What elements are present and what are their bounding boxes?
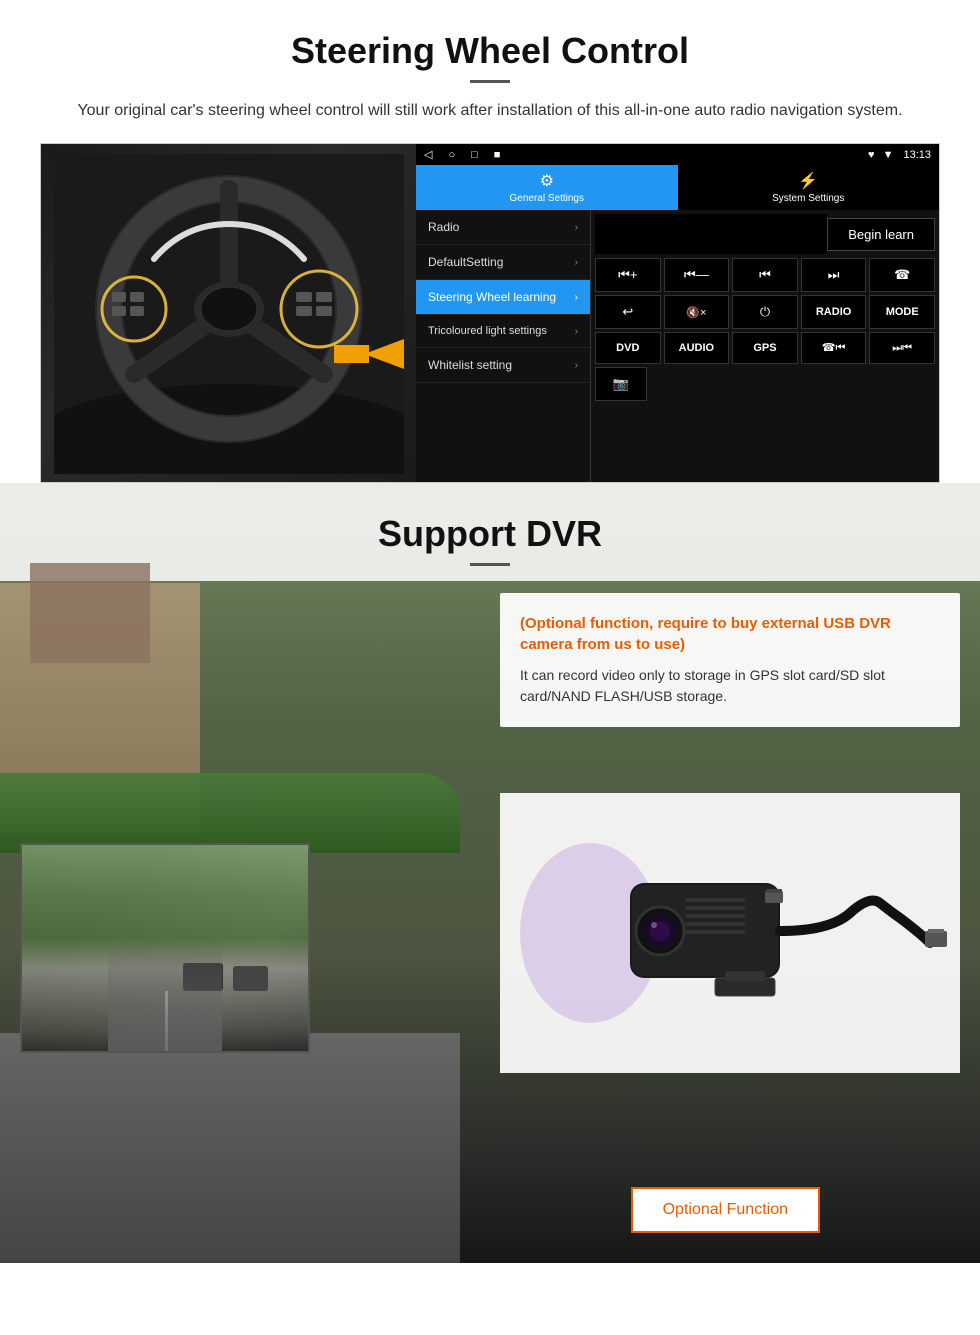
clock-display: 13:13 <box>903 149 931 161</box>
chevron-right-icon: › <box>575 222 578 233</box>
nav-more-icon[interactable]: ■ <box>494 149 501 161</box>
menu-steering-label: Steering Wheel learning <box>428 290 556 304</box>
ctrl-next-track[interactable]: ⏭ <box>801 258 867 292</box>
menu-item-steering-wheel[interactable]: Steering Wheel learning › <box>416 280 590 315</box>
steering-title: Steering Wheel Control <box>40 30 940 72</box>
begin-learn-button[interactable]: Begin learn <box>827 218 935 251</box>
signal-icon: ♥ <box>868 149 875 161</box>
hedge-left <box>0 773 460 853</box>
ctrl-audio[interactable]: AUDIO <box>664 332 730 364</box>
gear-icon: ⚙ <box>540 171 554 191</box>
chevron-right-icon: › <box>575 257 578 268</box>
android-main-content: Radio › DefaultSetting › Steering Wheel … <box>416 210 939 482</box>
steering-wheel-photo <box>41 144 416 483</box>
dvr-background: Support DVR (Optional function, require … <box>0 483 980 1263</box>
system-icon: ⚡ <box>798 171 818 191</box>
building-window-left <box>30 563 150 663</box>
ctrl-radio[interactable]: RADIO <box>801 295 867 329</box>
dvr-camera-svg <box>510 803 950 1063</box>
settings-tab-bar: ⚙ General Settings ⚡ System Settings <box>416 165 939 210</box>
steering-demo-area: ◁ ○ □ ■ ♥ ▼ 13:13 ⚙ General Settings ⚡ S… <box>40 143 940 483</box>
road-left <box>0 1033 460 1263</box>
ctrl-dvd[interactable]: DVD <box>595 332 661 364</box>
dvr-divider <box>470 563 510 566</box>
status-bar: ◁ ○ □ ■ ♥ ▼ 13:13 <box>416 144 939 165</box>
tab-general-label: General Settings <box>510 193 585 204</box>
chevron-right-icon: › <box>575 292 578 303</box>
nav-recent-icon[interactable]: □ <box>471 149 478 161</box>
nav-home-icon[interactable]: ○ <box>448 149 455 161</box>
steering-subtitle: Your original car's steering wheel contr… <box>60 99 920 123</box>
menu-whitelist-label: Whitelist setting <box>428 358 512 372</box>
menu-item-radio[interactable]: Radio › <box>416 210 590 245</box>
chevron-right-icon: › <box>575 326 578 337</box>
menu-item-tricoloured[interactable]: Tricoloured light settings › <box>416 315 590 348</box>
ctrl-phone-prev[interactable]: ☎⏮ <box>801 332 867 364</box>
ctrl-prev-track[interactable]: ⏮ <box>732 258 798 292</box>
menu-item-defaultsetting[interactable]: DefaultSetting › <box>416 245 590 280</box>
wifi-icon: ▼ <box>883 149 894 161</box>
ctrl-camera[interactable]: 📷 <box>595 367 647 401</box>
steering-divider <box>470 80 510 83</box>
ctrl-next-prev[interactable]: ⏭⏮ <box>869 332 935 364</box>
optional-function-button[interactable]: Optional Function <box>631 1187 820 1233</box>
menu-tricoloured-label: Tricoloured light settings <box>428 325 547 337</box>
control-button-grid: ⏮+ ⏮— ⏮ ⏭ ☎ ↩ 🔇× ⏻ RADIO MODE DVD AUDIO <box>595 258 935 364</box>
tab-system-label: System Settings <box>772 193 844 204</box>
steering-section: Steering Wheel Control Your original car… <box>0 0 980 483</box>
settings-menu: Radio › DefaultSetting › Steering Wheel … <box>416 210 591 482</box>
ctrl-power[interactable]: ⏻ <box>732 295 798 329</box>
steering-controls-area: Begin learn ⏮+ ⏮— ⏮ ⏭ ☎ ↩ 🔇× ⏻ RADIO <box>591 210 939 482</box>
controls-top-bar: Begin learn <box>595 214 935 254</box>
chevron-right-icon: › <box>575 360 578 371</box>
dvr-info-box: (Optional function, require to buy exter… <box>500 593 960 727</box>
steering-wheel-svg <box>54 154 404 474</box>
dvr-title: Support DVR <box>0 513 980 555</box>
tab-general-settings[interactable]: ⚙ General Settings <box>416 165 678 210</box>
tab-system-settings[interactable]: ⚡ System Settings <box>678 165 940 210</box>
dvr-camera-area <box>500 793 960 1073</box>
nav-back-icon[interactable]: ◁ <box>424 148 432 161</box>
menu-item-whitelist[interactable]: Whitelist setting › <box>416 348 590 383</box>
dashcam-preview-thumbnail <box>20 843 310 1053</box>
dvr-desc-text: It can record video only to storage in G… <box>520 665 940 707</box>
menu-radio-label: Radio <box>428 220 459 234</box>
ctrl-mode[interactable]: MODE <box>869 295 935 329</box>
ctrl-back[interactable]: ↩ <box>595 295 661 329</box>
android-ui-panel: ◁ ○ □ ■ ♥ ▼ 13:13 ⚙ General Settings ⚡ S… <box>416 144 939 482</box>
ctrl-vol-up[interactable]: ⏮+ <box>595 258 661 292</box>
menu-defaultsetting-label: DefaultSetting <box>428 255 503 269</box>
ctrl-phone[interactable]: ☎ <box>869 258 935 292</box>
ctrl-mute[interactable]: 🔇× <box>664 295 730 329</box>
ctrl-gps[interactable]: GPS <box>732 332 798 364</box>
dvr-optional-text: (Optional function, require to buy exter… <box>520 613 940 655</box>
dvr-section: Support DVR (Optional function, require … <box>0 483 980 1263</box>
ctrl-vol-down[interactable]: ⏮— <box>664 258 730 292</box>
